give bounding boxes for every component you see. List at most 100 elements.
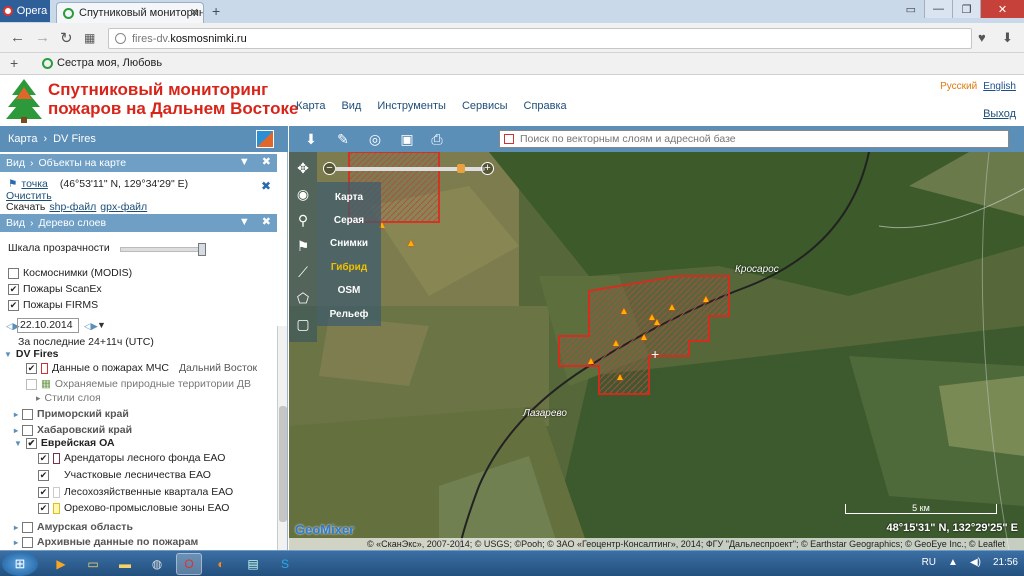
expand-icon[interactable]: ▸ (14, 426, 18, 435)
tree-view-link[interactable]: Вид (6, 217, 25, 229)
chrome-icon[interactable]: ◍ (144, 553, 170, 575)
fire-icon[interactable]: ▲ (652, 317, 662, 328)
lang-en[interactable]: English (983, 81, 1016, 92)
rectangle-tool-icon[interactable]: ▢ (293, 314, 313, 334)
map-search-input[interactable]: Поиск по векторным слоям и адресной базе (499, 130, 1009, 148)
clock[interactable]: 21:56 (993, 557, 1018, 568)
layer-style-icon[interactable] (41, 362, 48, 374)
group-checkbox[interactable] (22, 424, 34, 436)
minimize-icon[interactable]: — (924, 0, 952, 18)
add-bookmark-icon[interactable]: + (10, 55, 18, 71)
fire-icon[interactable]: ▲ (611, 338, 621, 349)
firefox-icon[interactable]: ◐ (208, 553, 234, 575)
group-jewish[interactable]: ▼ ✔ Еврейская ОА (14, 437, 115, 449)
folder-icon[interactable]: ▬ (112, 553, 138, 575)
heart-icon[interactable]: ♥ (978, 30, 986, 45)
attach-icon[interactable]: ✎ (333, 129, 353, 149)
geomixer-logo[interactable]: GeoMixer (295, 522, 354, 537)
fire-icon[interactable]: ▲ (586, 356, 596, 367)
fire-icon[interactable]: ▲ (406, 238, 416, 249)
base-layer-gray[interactable]: Серая (317, 215, 381, 226)
expand-icon[interactable]: ▸ (36, 393, 41, 404)
zoom-knob[interactable] (457, 164, 465, 173)
date-input[interactable]: 22.10.2014 (17, 318, 79, 333)
date-next-icon[interactable]: ◁▶ (84, 321, 98, 332)
close-icon[interactable]: ✖ (262, 216, 271, 228)
layer-jewish-4[interactable]: ✔ Орехово-промысловые зоны ЕАО (38, 502, 229, 514)
expand-icon[interactable]: ▼ (14, 439, 22, 448)
expand-icon[interactable]: ▸ (14, 410, 18, 419)
reload-icon[interactable]: ↻ (60, 29, 73, 47)
start-button[interactable]: ⊞ (2, 552, 38, 576)
layer-styles[interactable]: ▸ Стили слоя (36, 392, 101, 404)
expand-icon[interactable]: ▼ (4, 350, 12, 359)
zoom-in-icon[interactable]: + (481, 162, 494, 175)
group-checkbox[interactable]: ✔ (25, 437, 37, 449)
remove-point-icon[interactable]: ✖ (261, 179, 271, 193)
layer-jewish-3[interactable]: ✔ Лесохозяйственные квартала ЕАО (38, 486, 233, 498)
fire-icon[interactable]: ▲ (667, 302, 677, 313)
flag-icon[interactable]: ⚑ (293, 236, 313, 256)
breadcrumb-root[interactable]: Карта (8, 133, 37, 145)
group-primorsky[interactable]: ▸ Приморский край (14, 408, 129, 420)
legend-icon[interactable] (256, 130, 274, 148)
maximize-icon[interactable]: ❐ (952, 0, 980, 18)
layer-jewish-1[interactable]: ✔ Арендаторы лесного фонда ЕАО (38, 452, 225, 464)
download-shp-link[interactable]: shp-файл (49, 201, 96, 213)
url-field[interactable]: fires-dv. kosmosnimki.ru (108, 28, 972, 49)
base-layer-satellite[interactable]: Снимки (317, 238, 381, 249)
download-icon[interactable]: ⬇ (1002, 30, 1013, 46)
volume-icon[interactable]: ◀) (970, 557, 981, 568)
back-icon[interactable]: ← (10, 29, 25, 46)
media-player-icon[interactable]: ▶ (48, 553, 74, 575)
layer-checkbox[interactable]: ✔ (8, 299, 19, 311)
point-link[interactable]: точка (21, 178, 47, 190)
opera-menu-button[interactable]: Opera (0, 0, 50, 22)
panel-scrollbar[interactable] (277, 326, 287, 550)
new-tab-button[interactable]: + (212, 3, 220, 19)
line-tool-icon[interactable]: ⟋ (293, 262, 313, 282)
tree-root[interactable]: ▼ DV Fires (4, 348, 59, 360)
fire-icon[interactable]: ▲ (701, 294, 711, 305)
layer-checkbox[interactable]: ✔ (38, 486, 49, 498)
layer-style-icon[interactable] (53, 452, 60, 464)
layer-checkbox[interactable]: ✔ (8, 283, 19, 295)
tab-menu-icon[interactable]: ▭ (906, 3, 916, 16)
base-layer-relief[interactable]: Рельеф (317, 309, 381, 320)
lang-ru[interactable]: Русский (940, 81, 977, 92)
layer-protected[interactable]: ▦ Охраняемые природные территории ДВ (26, 378, 251, 390)
layer-checkbox[interactable]: ✔ (26, 362, 37, 374)
pan-icon[interactable]: ✥ (293, 158, 313, 178)
layer-checkbox[interactable] (8, 267, 19, 279)
group-amur[interactable]: ▸ Амурская область (14, 521, 133, 533)
menu-view[interactable]: Вид (333, 100, 369, 122)
group-khabarovsk[interactable]: ▸ Хабаровский край (14, 424, 132, 436)
group-checkbox[interactable] (22, 536, 34, 548)
search-icon[interactable]: ⚲ (293, 210, 313, 230)
layer-style-icon[interactable] (53, 502, 60, 514)
globe-icon[interactable]: ◎ (365, 129, 385, 149)
menu-map[interactable]: Карта (288, 100, 333, 122)
map-view[interactable]: ▲ ▲ ▲ ▲ ▲ ▲ ▲ ▲ ▲ ▲ ▲ Кросарос Лазарево … (289, 126, 1024, 550)
browser-tab[interactable]: Спутниковый мониторинг ✕ (56, 2, 204, 23)
group-checkbox[interactable] (22, 408, 34, 420)
collapse-icon[interactable]: ▼ (239, 216, 250, 228)
window-close-icon[interactable]: ✕ (980, 0, 1024, 18)
base-layer-osm[interactable]: OSM (317, 285, 381, 296)
layer-checkbox[interactable]: ✔ (38, 502, 49, 514)
site-info-icon[interactable] (115, 33, 126, 44)
layer-modis[interactable]: Космоснимки (MODIS) (8, 267, 132, 279)
opacity-slider-handle[interactable] (198, 243, 206, 256)
opacity-slider[interactable] (120, 243, 206, 256)
base-layer-map[interactable]: Карта (317, 192, 381, 203)
forward-icon[interactable]: → (35, 29, 50, 46)
date-dropdown-icon[interactable]: ▼ (97, 320, 106, 330)
speed-dial-icon[interactable]: ▦ (84, 31, 95, 45)
skype-icon[interactable]: S (272, 553, 298, 575)
layer-firms[interactable]: ✔ Пожары FIRMS (8, 299, 98, 311)
expand-icon[interactable]: ▸ (14, 538, 18, 547)
collapse-icon[interactable]: ▼ (239, 156, 250, 168)
keyboard-language[interactable]: RU (922, 557, 936, 568)
export-icon[interactable]: ▣ (397, 129, 417, 149)
layer-mchs[interactable]: ✔ Данные о пожарах МЧС Дальний Восток (26, 362, 257, 374)
